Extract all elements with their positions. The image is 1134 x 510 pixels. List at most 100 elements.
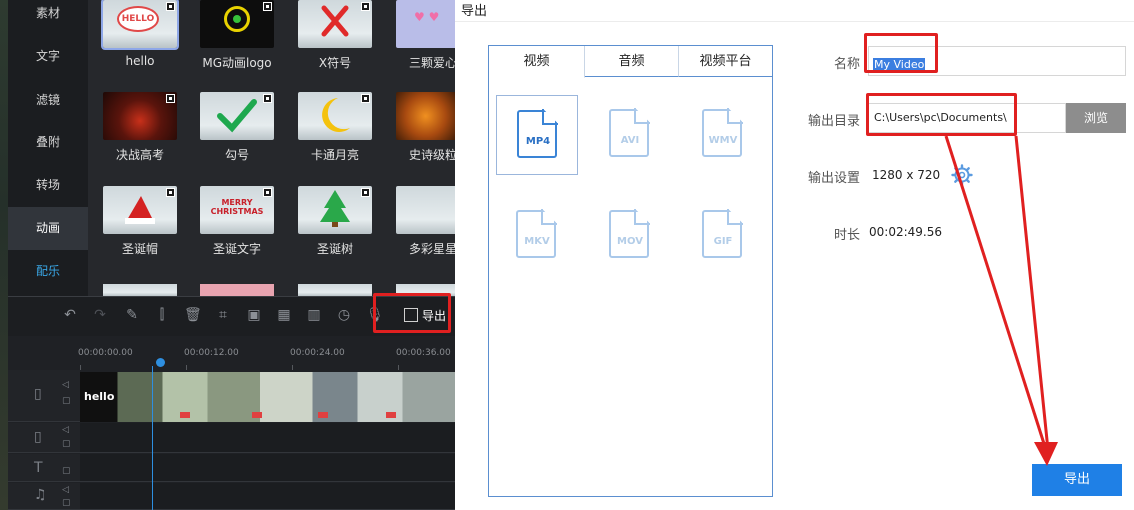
music-note-icon: ♫ [34, 487, 47, 503]
timeline-ruler[interactable]: 00:00:00.00 00:00:12.00 00:00:24.00 00:0… [8, 336, 455, 370]
effect-thumbnail[interactable] [103, 284, 177, 296]
effect-christmas-tree[interactable]: 圣诞树 [298, 186, 372, 257]
file-fold [727, 209, 743, 225]
video-clip[interactable]: hello [80, 372, 455, 422]
split-icon[interactable]: ⫿ [154, 307, 170, 323]
format-label: MOV [617, 236, 643, 247]
lock-icon[interactable]: ▢ [62, 439, 71, 449]
crop-icon[interactable]: ⌗ [215, 307, 231, 323]
ruler-label: 00:00:36.00 [396, 348, 451, 358]
edit-icon[interactable]: ✎ [124, 307, 140, 323]
effect-label: 圣诞文字 [212, 242, 261, 256]
music-track[interactable] [80, 483, 455, 510]
tab-video[interactable]: 视频 [489, 46, 585, 78]
download-icon[interactable] [166, 2, 175, 11]
text-track[interactable] [80, 454, 455, 482]
name-label: 名称 [833, 57, 860, 72]
gear-icon[interactable] [951, 164, 973, 186]
resolution-value: 1280 x 720 [872, 168, 941, 182]
effect-x-symbol[interactable]: X符号 [298, 0, 372, 71]
effect-christmas-text[interactable]: MERRY CHRISTMAS 圣诞文字 [200, 186, 274, 257]
nav-item-material[interactable]: 素材 [8, 0, 88, 35]
text-track-header: T ▢ [8, 454, 80, 482]
format-mkv[interactable]: MKV [496, 196, 578, 276]
lock-icon[interactable]: ▢ [62, 466, 71, 476]
nav-item-music[interactable]: 配乐 [8, 250, 88, 293]
format-tabs: 视频 音频 视频平台 [489, 46, 772, 78]
ruler-label: 00:00:00.00 [78, 348, 133, 358]
speed-icon[interactable]: ◷ [336, 307, 352, 323]
effect-thumbnail[interactable] [200, 284, 274, 296]
format-avi[interactable]: AVI [589, 95, 671, 175]
nav-item-transition[interactable]: 转场 [8, 164, 88, 207]
clip-marker [180, 412, 190, 418]
effect-label: 卡通月亮 [310, 148, 359, 162]
effect-thumbnail [298, 186, 372, 234]
delete-icon[interactable]: 🗑 [184, 307, 202, 323]
lock-icon[interactable]: ▢ [62, 396, 71, 406]
output-settings-label: 输出设置 [807, 171, 860, 186]
redo-icon[interactable]: ↷ [92, 307, 108, 323]
effect-thumbnail: ♥ ♥ [396, 0, 455, 48]
effect-three-hearts[interactable]: ♥ ♥ 三颗爱心 [396, 0, 455, 71]
download-icon[interactable] [361, 188, 370, 197]
download-icon[interactable] [166, 188, 175, 197]
format-mov[interactable]: MOV [589, 196, 671, 276]
effect-hello[interactable]: HELLO hello [101, 0, 179, 68]
overlay-track[interactable] [80, 423, 455, 453]
effect-label: 圣诞树 [316, 242, 353, 256]
download-icon[interactable] [361, 94, 370, 103]
download-icon[interactable] [166, 94, 175, 103]
effect-thumbnail: MERRY CHRISTMAS [200, 186, 274, 234]
effect-checkmark[interactable]: 勾号 [200, 92, 274, 163]
hello-bubble: HELLO [117, 6, 159, 32]
effect-santa-hat[interactable]: 圣诞帽 [103, 186, 177, 257]
lock-icon[interactable]: ▢ [62, 498, 71, 508]
speaker-icon[interactable]: ◁ [62, 380, 69, 390]
tab-audio[interactable]: 音频 [585, 46, 679, 77]
download-icon[interactable] [263, 2, 272, 11]
nav-item-animation[interactable]: 动画 [8, 207, 88, 250]
audio-icon[interactable]: ▥ [306, 307, 322, 323]
mosaic-icon[interactable]: ▦ [276, 307, 292, 323]
speaker-icon[interactable]: ◁ [62, 425, 69, 435]
download-icon[interactable] [361, 2, 370, 11]
nav-item-filter[interactable]: 滤镜 [8, 79, 88, 122]
effects-panel: HELLO hello MG动画logo X符号 ♥ ♥ 三颗爱心 决战高考 勾… [88, 0, 455, 296]
file-fold [727, 108, 743, 124]
zoom-icon[interactable]: ▣ [246, 307, 262, 323]
effect-mg-logo[interactable]: MG动画logo [200, 0, 274, 71]
speaker-icon[interactable]: ◁ [62, 485, 69, 495]
format-wmv[interactable]: WMV [682, 95, 764, 175]
effect-gaokao[interactable]: 决战高考 [103, 92, 177, 163]
annotation-highlight-export-tool [373, 293, 451, 333]
format-label: MP4 [525, 136, 551, 147]
file-fold [634, 108, 650, 124]
duration-label: 时长 [833, 228, 860, 243]
clip-marker [252, 412, 262, 418]
effect-epic-particles[interactable]: 史诗级粒 [396, 92, 455, 163]
browse-button[interactable]: 浏览 [1066, 103, 1126, 133]
effect-colorful-stars[interactable]: 多彩星星 [396, 186, 455, 257]
nav-item-text[interactable]: 文字 [8, 35, 88, 78]
ruler-label: 00:00:12.00 [184, 348, 239, 358]
nav-item-overlay[interactable]: 叠附 [8, 121, 88, 164]
export-button[interactable]: 导出 [1032, 464, 1122, 496]
video-track-header: ▯ ◁ ▢ [8, 370, 80, 422]
film-icon: ▯ [34, 429, 42, 445]
duration-value: 00:02:49.56 [869, 225, 942, 239]
preview-edge [0, 0, 8, 510]
undo-icon[interactable]: ↶ [62, 307, 78, 323]
effect-thumbnail [200, 0, 274, 48]
download-icon[interactable] [263, 188, 272, 197]
output-dir-label: 输出目录 [807, 114, 860, 129]
tab-video-platform[interactable]: 视频平台 [679, 46, 772, 77]
format-mp4[interactable]: MP4 [496, 95, 578, 175]
effect-cartoon-moon[interactable]: 卡通月亮 [298, 92, 372, 163]
playhead-handle[interactable] [156, 358, 165, 367]
effect-thumbnail[interactable] [298, 284, 372, 296]
download-icon[interactable] [263, 94, 272, 103]
effect-thumbnail [103, 186, 177, 234]
format-gif[interactable]: GIF [682, 196, 764, 276]
clip-marker [386, 412, 396, 418]
